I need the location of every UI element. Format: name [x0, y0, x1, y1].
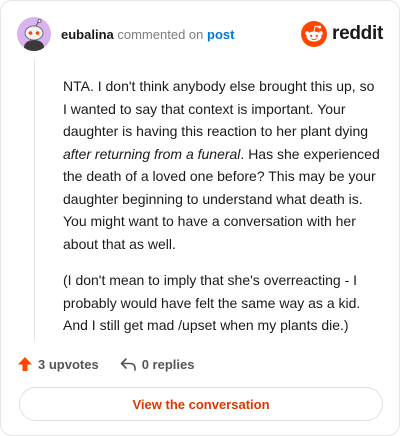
reddit-wordmark: reddit	[332, 23, 383, 44]
avatar[interactable]	[17, 17, 51, 51]
username-link[interactable]: eubalina	[61, 27, 114, 42]
upvote-arrow-icon	[18, 357, 32, 371]
view-conversation-button[interactable]: View the conversation	[19, 387, 383, 421]
comment-meta: eubalina commented on post	[61, 27, 234, 42]
reply-count: 0 replies	[141, 356, 195, 372]
upvote-button[interactable]: 3 upvotes	[17, 356, 99, 372]
comment-paragraph-2: (I don't mean to imply that she's overre…	[63, 272, 361, 333]
comment-embed-card: eubalina commented on post reddit NTA. I…	[0, 0, 400, 436]
reply-button[interactable]: 0 replies	[119, 356, 195, 372]
action-text: commented on	[117, 26, 204, 42]
comment-actions: 3 upvotes 0 replies	[17, 353, 194, 375]
post-link[interactable]: post	[207, 27, 234, 42]
reply-arrow-icon	[120, 358, 136, 371]
snoo-avatar-icon	[24, 19, 44, 51]
comment-header: eubalina commented on post reddit	[17, 17, 383, 51]
thread-line	[34, 59, 35, 341]
comment-paragraph-1: NTA. I don't think anybody else brought …	[63, 78, 380, 252]
reddit-snoo-icon	[301, 21, 328, 47]
emphasis-text: after returning from a funeral	[63, 145, 241, 162]
comment-body: NTA. I don't think anybody else brought …	[63, 75, 381, 351]
reddit-logo[interactable]: reddit	[301, 21, 383, 47]
upvote-count: 3 upvotes	[38, 356, 99, 372]
